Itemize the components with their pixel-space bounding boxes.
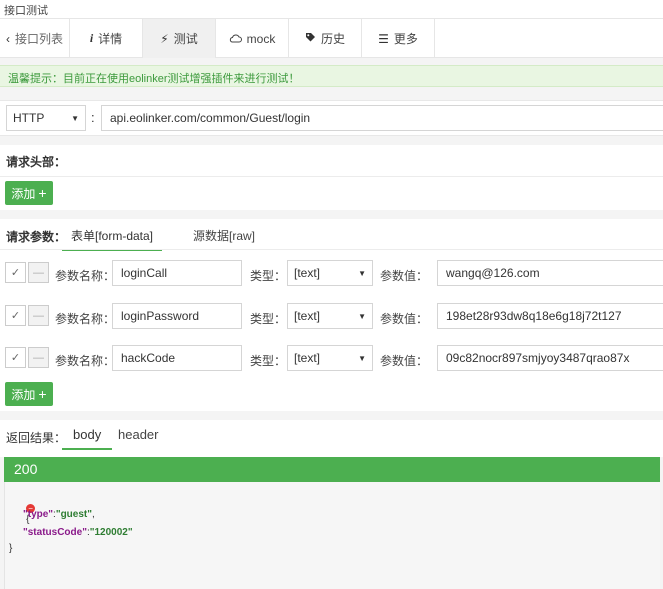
param-type-value: [text] (294, 309, 321, 323)
param-enable-checkbox[interactable]: ✓ (5, 262, 26, 283)
back-to-list-tab[interactable]: ‹ 接口列表 (0, 19, 70, 58)
param-type-select[interactable]: [text] ▼ (287, 260, 373, 286)
caret-down-icon: ▼ (71, 114, 79, 123)
json-close-brace: } (9, 543, 13, 554)
info-icon: i (89, 31, 94, 45)
tab-mock[interactable]: mock (216, 19, 289, 58)
check-icon: ✓ (10, 352, 21, 364)
tab-test[interactable]: ⚡︎ 测试 (143, 19, 216, 58)
plus-icon: + (38, 386, 47, 402)
tab-body[interactable]: body (62, 427, 113, 450)
status-code-bar: 200 (4, 457, 660, 482)
chevron-left-icon: ‹ (5, 31, 10, 46)
tab-mock-label: mock (246, 31, 276, 46)
request-params-label: 请求参数： (6, 230, 67, 244)
result-tabs-section: 返回结果： body header (0, 420, 663, 457)
param-name-value: loginPassword (121, 309, 200, 323)
param-value-input[interactable]: wangq@126.com (437, 260, 663, 286)
json-key-statuscode: "statusCode" (23, 527, 87, 538)
check-icon: ✓ (10, 310, 21, 322)
request-headers-section: 请求头部： 添加 + (0, 145, 663, 210)
param-name-input[interactable]: loginPassword (112, 303, 242, 329)
lightning-icon: ⚡︎ (160, 31, 169, 46)
param-name-value: hackCode (121, 351, 176, 365)
param-type-value: [text] (294, 351, 321, 365)
tab-raw[interactable]: 源数据[raw] (193, 227, 255, 244)
cloud-icon (229, 32, 242, 46)
json-value-type: "guest" (55, 509, 92, 520)
tab-header[interactable]: header (118, 427, 158, 442)
param-type-label: 类型： (250, 312, 287, 326)
param-value-label: 参数值： (380, 354, 429, 368)
url-value: api.eolinker.com/common/Guest/login (110, 111, 311, 125)
param-name-value: loginCall (121, 266, 168, 280)
add-param-button[interactable]: 添加 + (5, 382, 53, 406)
notice-banner: 温馨提示：目前正在使用eolinker测试增强插件来进行测试！ (0, 65, 663, 87)
back-label: 接口列表 (14, 32, 63, 46)
request-params-section: 请求参数： 表单[form-data] 源数据[raw] ✓ — 参数名称： l… (0, 219, 663, 411)
request-headers-label: 请求头部： (6, 155, 67, 169)
tab-form-data[interactable]: 表单[form-data] (62, 227, 163, 251)
param-type-label: 类型： (250, 354, 287, 368)
tab-more[interactable]: ☰ 更多 (362, 19, 435, 58)
param-name-input[interactable]: loginCall (112, 260, 242, 286)
param-name-label: 参数名称： (55, 269, 116, 283)
param-value-text: 198et28r93dw8q18e6g18j72t127 (446, 309, 622, 323)
json-key-type: "type" (23, 509, 54, 520)
caret-down-icon: ▼ (358, 269, 366, 278)
param-name-label: 参数名称： (55, 354, 116, 368)
url-separator: : (91, 110, 95, 125)
add-param-label: 添加 (11, 387, 36, 402)
param-name-label: 参数名称： (55, 312, 116, 326)
minus-icon: — (33, 309, 44, 322)
param-type-label: 类型： (250, 269, 287, 283)
param-value-label: 参数值： (380, 312, 429, 326)
param-type-select[interactable]: [text] ▼ (287, 345, 373, 371)
window-title: 接口测试 (0, 0, 663, 18)
param-value-input[interactable]: 09c82nocr897smjyoy3487qrao87x (437, 345, 663, 371)
param-value-text: wangq@126.com (446, 266, 540, 280)
tag-icon (305, 32, 316, 46)
plus-icon: + (38, 185, 47, 201)
param-value-input[interactable]: 198et28r93dw8q18e6g18j72t127 (437, 303, 663, 329)
add-header-button[interactable]: 添加 + (5, 181, 53, 205)
menu-icon: ☰ (378, 31, 389, 46)
tab-test-label: 测试 (173, 32, 198, 46)
param-remove-button[interactable]: — (28, 262, 49, 283)
tab-detail-label: 详情 (98, 32, 123, 46)
response-body: − { "type":"guest", "statusCode":"120002… (4, 482, 660, 589)
url-input[interactable]: api.eolinker.com/common/Guest/login (101, 105, 663, 131)
param-enable-checkbox[interactable]: ✓ (5, 347, 26, 368)
param-remove-button[interactable]: — (28, 305, 49, 326)
protocol-value: HTTP (13, 111, 45, 125)
caret-down-icon: ▼ (358, 354, 366, 363)
param-name-input[interactable]: hackCode (112, 345, 242, 371)
tab-history-label: 历史 (320, 32, 345, 46)
tab-bar: ‹ 接口列表 i 详情 ⚡︎ 测试 mock 历史 ☰ 更多 (0, 18, 663, 58)
param-value-label: 参数值： (380, 269, 429, 283)
request-url-row: HTTP ▼ : api.eolinker.com/common/Guest/l… (0, 100, 663, 136)
param-type-value: [text] (294, 266, 321, 280)
param-enable-checkbox[interactable]: ✓ (5, 305, 26, 326)
add-header-label: 添加 (11, 186, 36, 201)
result-label: 返回结果： (6, 431, 67, 445)
minus-icon: — (33, 351, 44, 364)
param-value-text: 09c82nocr897smjyoy3487qrao87x (446, 351, 630, 365)
protocol-select[interactable]: HTTP ▼ (6, 105, 86, 131)
check-icon: ✓ (10, 267, 21, 279)
tab-more-label: 更多 (393, 32, 418, 46)
caret-down-icon: ▼ (358, 312, 366, 321)
param-remove-button[interactable]: — (28, 347, 49, 368)
json-value-statuscode: "120002" (89, 527, 133, 538)
param-type-select[interactable]: [text] ▼ (287, 303, 373, 329)
tab-detail[interactable]: i 详情 (70, 19, 143, 58)
minus-icon: — (33, 266, 44, 279)
tab-history[interactable]: 历史 (289, 19, 362, 58)
